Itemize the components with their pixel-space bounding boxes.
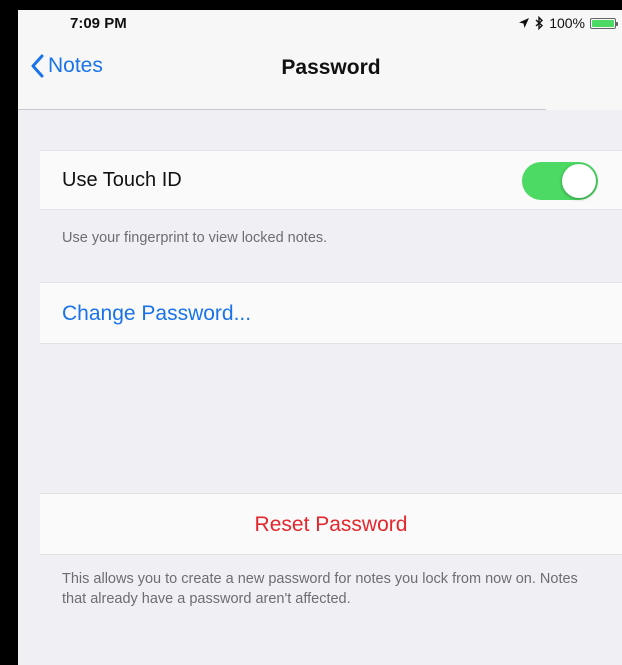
settings-screen: 7:09 PM 100% Notes Password Use Touch ID xyxy=(18,10,622,665)
reset-password-footnote: This allows you to create a new password… xyxy=(62,571,578,607)
touch-id-footnote: Use your fingerprint to view locked note… xyxy=(62,230,328,246)
battery-level xyxy=(592,19,614,27)
status-indicators: 100% xyxy=(518,15,618,31)
status-bar: 7:09 PM 100% xyxy=(18,10,622,38)
page-title: Password xyxy=(281,56,381,79)
touch-id-label: Use Touch ID xyxy=(62,169,182,191)
bluetooth-icon xyxy=(535,16,544,30)
reset-password-button[interactable]: Reset Password xyxy=(40,513,622,537)
change-password-row[interactable]: Change Password... xyxy=(40,282,622,344)
touch-id-row: Use Touch ID xyxy=(40,150,622,210)
status-time: 7:09 PM xyxy=(70,15,127,32)
battery-icon xyxy=(590,17,618,29)
toggle-knob xyxy=(562,164,596,198)
reset-password-row[interactable]: Reset Password xyxy=(40,493,622,555)
navbar-divider xyxy=(18,109,546,110)
touch-id-toggle[interactable] xyxy=(522,162,598,200)
battery-percent: 100% xyxy=(549,15,585,31)
location-arrow-icon xyxy=(518,17,530,29)
change-password-button[interactable]: Change Password... xyxy=(62,302,251,326)
